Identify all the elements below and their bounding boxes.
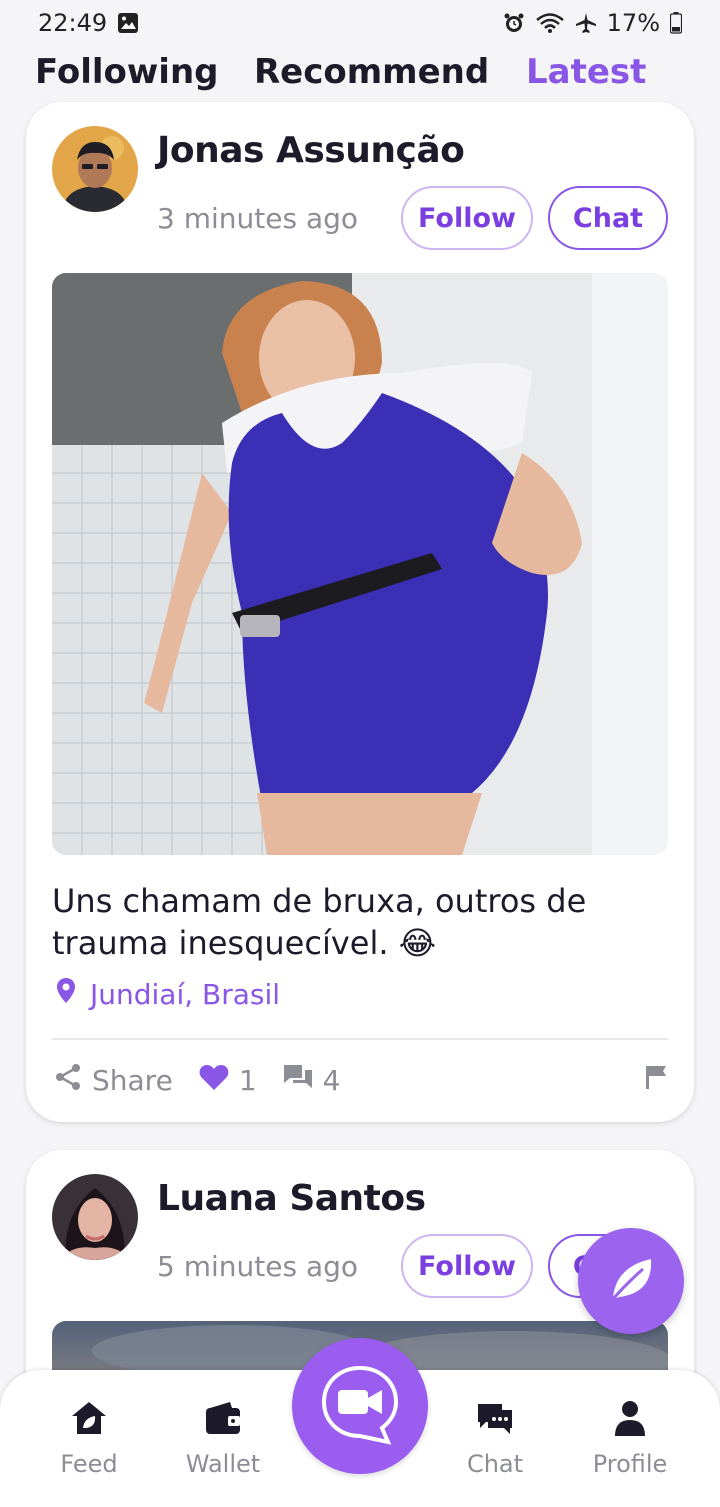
tab-recommend[interactable]: Recommend: [254, 52, 489, 92]
post-author[interactable]: Jonas Assunção: [157, 130, 465, 171]
tab-following[interactable]: Following: [35, 52, 218, 92]
post-time: 3 minutes ago: [157, 202, 359, 235]
post-caption: Uns chamam de bruxa, outros de trauma in…: [52, 882, 587, 962]
nav-wallet-label: Wallet: [185, 1450, 261, 1478]
location-pin-icon: [56, 978, 76, 1011]
nav-wallet[interactable]: Wallet: [168, 1400, 278, 1478]
post-card: Jonas Assunção 3 minutes ago Follow Chat: [26, 102, 694, 1122]
report-flag-button[interactable]: [644, 1064, 668, 1097]
image-icon: [117, 12, 139, 34]
feed-tabs: Following Recommend Latest: [0, 48, 720, 96]
wallet-icon: [204, 1400, 242, 1442]
like-count: 1: [238, 1063, 257, 1097]
share-button[interactable]: Share: [54, 1063, 173, 1098]
post-author[interactable]: Luana Santos: [157, 1178, 426, 1219]
video-call-icon: [318, 1362, 402, 1450]
share-label: Share: [92, 1063, 173, 1097]
flag-icon: [644, 1064, 668, 1097]
wifi-icon: [535, 12, 565, 34]
comment-count: 4: [322, 1063, 341, 1097]
like-button[interactable]: 1: [199, 1063, 257, 1098]
post-location[interactable]: Jundiaí, Brasil: [56, 978, 280, 1011]
airplane-icon: [575, 12, 597, 34]
comment-icon: [283, 1063, 313, 1098]
divider: [52, 1038, 668, 1040]
alarm-icon: [503, 12, 525, 34]
status-time: 22:49: [38, 9, 108, 37]
avatar[interactable]: [52, 1174, 138, 1260]
post-time: 5 minutes ago: [157, 1250, 359, 1283]
follow-button[interactable]: Follow: [401, 186, 533, 250]
nav-feed-label: Feed: [60, 1450, 118, 1478]
status-bar: 22:49 17%: [0, 0, 720, 46]
leaf-icon: [605, 1253, 657, 1309]
chat-button[interactable]: Chat: [548, 186, 668, 250]
heart-icon: [199, 1063, 229, 1098]
nav-profile-label: Profile: [592, 1450, 668, 1478]
nav-profile[interactable]: Profile: [575, 1400, 685, 1478]
leaf-fab-button[interactable]: [578, 1228, 684, 1334]
share-icon: [54, 1063, 82, 1098]
nav-chat-label: Chat: [466, 1450, 524, 1478]
post-actions: Share 1 4: [54, 1058, 668, 1102]
nav-chat[interactable]: Chat: [440, 1400, 550, 1478]
tab-latest[interactable]: Latest: [526, 52, 646, 92]
video-call-button[interactable]: [292, 1338, 428, 1474]
post-photo[interactable]: [52, 273, 668, 855]
chat-bubbles-icon: [476, 1400, 514, 1442]
avatar[interactable]: [52, 126, 138, 212]
feed-home-icon: [70, 1400, 108, 1442]
location-label: Jundiaí, Brasil: [90, 978, 281, 1011]
battery-icon: [670, 12, 682, 34]
nav-feed[interactable]: Feed: [34, 1400, 144, 1478]
comment-button[interactable]: 4: [283, 1063, 341, 1098]
follow-button[interactable]: Follow: [401, 1234, 533, 1298]
profile-icon: [611, 1400, 649, 1442]
battery-percent: 17%: [606, 9, 660, 37]
